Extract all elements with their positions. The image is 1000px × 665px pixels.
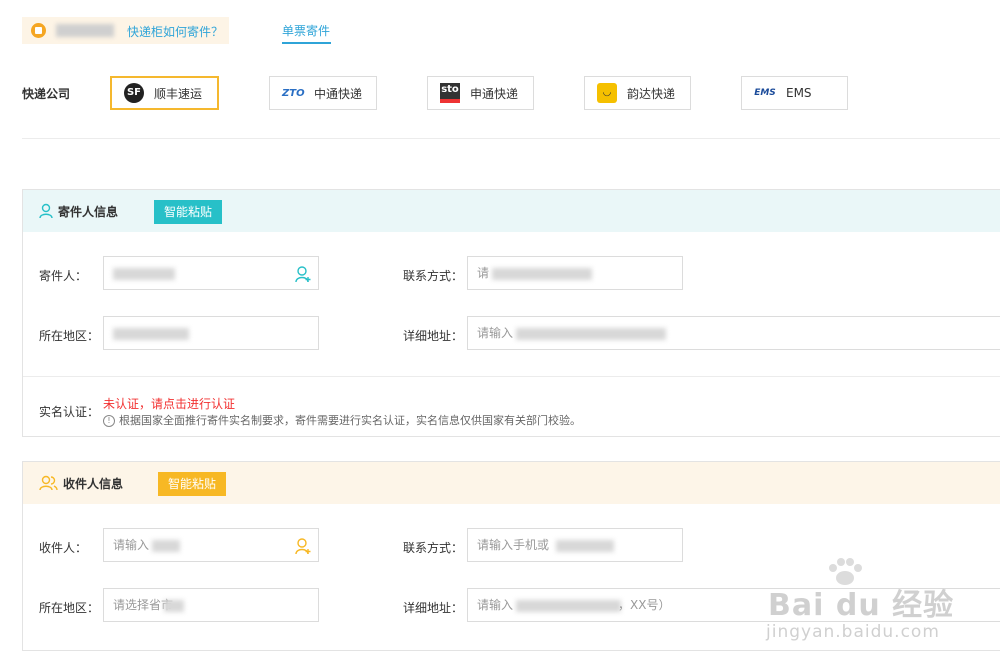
ems-logo-icon: EMS xyxy=(754,88,776,98)
company-name: 申通快递 xyxy=(470,86,519,101)
company-sto[interactable]: sto 申通快递 xyxy=(427,76,534,110)
divider xyxy=(23,376,1000,377)
verify-label: 实名认证： xyxy=(39,405,100,419)
locker-help-link[interactable]: 快递柜如何寄件？ xyxy=(127,23,223,40)
receiver-region-label: 所在地区： xyxy=(39,601,100,615)
sf-logo-icon: SF xyxy=(124,83,144,103)
redacted-value xyxy=(516,328,666,340)
receiver-contact-label: 联系方式： xyxy=(403,541,464,555)
receiver-name-label: 收件人： xyxy=(39,541,88,555)
sender-name-label: 寄件人： xyxy=(39,269,88,283)
company-name: 顺丰速运 xyxy=(154,86,203,101)
redacted-value xyxy=(556,540,614,552)
person-icon xyxy=(39,203,53,219)
sto-logo-icon: sto xyxy=(440,83,460,103)
verify-status-link[interactable]: 未认证，请点击进行认证 xyxy=(103,395,235,412)
contact-book-icon[interactable] xyxy=(294,537,312,555)
company-name: 中通快递 xyxy=(314,86,363,101)
redacted-value xyxy=(113,328,189,340)
redacted-value xyxy=(113,268,175,280)
placeholder: 请输入 xyxy=(477,326,514,340)
receiver-region-select[interactable]: 请选择省市 xyxy=(103,588,319,622)
receiver-smart-paste-button[interactable]: 智能粘贴 xyxy=(158,472,227,496)
receiver-contact-input[interactable]: 请输入手机或 xyxy=(467,528,683,562)
company-ems[interactable]: EMS EMS xyxy=(741,76,848,110)
sender-header: 寄件人信息 智能粘贴 xyxy=(23,190,1000,232)
redacted-value xyxy=(164,600,184,612)
location-text-redacted xyxy=(56,24,114,37)
company-yunda[interactable]: ◡ 韵达快递 xyxy=(584,76,691,110)
receiver-address-label: 详细地址： xyxy=(403,601,464,615)
contact-book-icon[interactable] xyxy=(294,265,312,283)
receiver-header: 收件人信息 智能粘贴 xyxy=(23,462,1000,504)
sender-region-select[interactable] xyxy=(103,316,319,350)
placeholder: 请输入 xyxy=(477,598,514,612)
sender-smart-paste-button[interactable]: 智能粘贴 xyxy=(154,200,223,224)
home-icon xyxy=(31,23,46,38)
redacted-value xyxy=(492,268,592,280)
tab-single-shipment[interactable]: 单票寄件 xyxy=(282,22,330,39)
location-bar: 快递柜如何寄件？ xyxy=(22,17,229,44)
sender-contact-label: 联系方式： xyxy=(403,269,464,283)
sender-region-label: 所在地区： xyxy=(39,329,100,343)
company-name: EMS xyxy=(786,86,812,100)
zto-logo-icon: ZTO xyxy=(282,87,305,99)
sender-section: 寄件人信息 智能粘贴 寄件人： 联系方式： 请 所在地区： 详细地址： 请输入 … xyxy=(22,189,1000,437)
sender-address-input[interactable]: 请输入 xyxy=(467,316,1000,350)
redacted-value xyxy=(516,600,621,612)
sender-title: 寄件人信息 xyxy=(58,205,119,219)
divider xyxy=(22,138,1000,139)
sender-name-input[interactable] xyxy=(103,256,319,290)
placeholder: 请输入手机或 xyxy=(477,538,550,552)
watermark-brand: Bai du 经验 xyxy=(768,588,955,623)
verify-note: ! 根据国家全面推行寄件实名制要求，寄件需要进行实名认证，实名信息仅供国家有关部门… xyxy=(103,412,581,428)
redacted-value xyxy=(152,540,180,552)
yunda-logo-icon: ◡ xyxy=(597,83,617,103)
info-icon: ! xyxy=(103,415,115,427)
placeholder-suffix: ，XX号） xyxy=(618,598,671,612)
sender-address-label: 详细地址： xyxy=(403,329,464,343)
watermark-url: jingyan.baidu.com xyxy=(766,622,940,642)
company-sf[interactable]: SF 顺丰速运 xyxy=(110,76,219,110)
tab-active-underline xyxy=(282,42,331,44)
receiver-name-input[interactable]: 请输入 xyxy=(103,528,319,562)
receiver-title: 收件人信息 xyxy=(63,477,124,491)
placeholder: 请输入 xyxy=(113,538,150,552)
sender-contact-input[interactable]: 请 xyxy=(467,256,683,290)
placeholder: 请 xyxy=(477,266,490,280)
verify-note-text: 根据国家全面推行寄件实名制要求，寄件需要进行实名认证，实名信息仅供国家有关部门校… xyxy=(119,414,581,427)
company-name: 韵达快递 xyxy=(627,86,676,101)
company-zto[interactable]: ZTO 中通快递 xyxy=(269,76,377,110)
company-label: 快递公司 xyxy=(22,87,71,101)
people-icon xyxy=(39,475,58,491)
